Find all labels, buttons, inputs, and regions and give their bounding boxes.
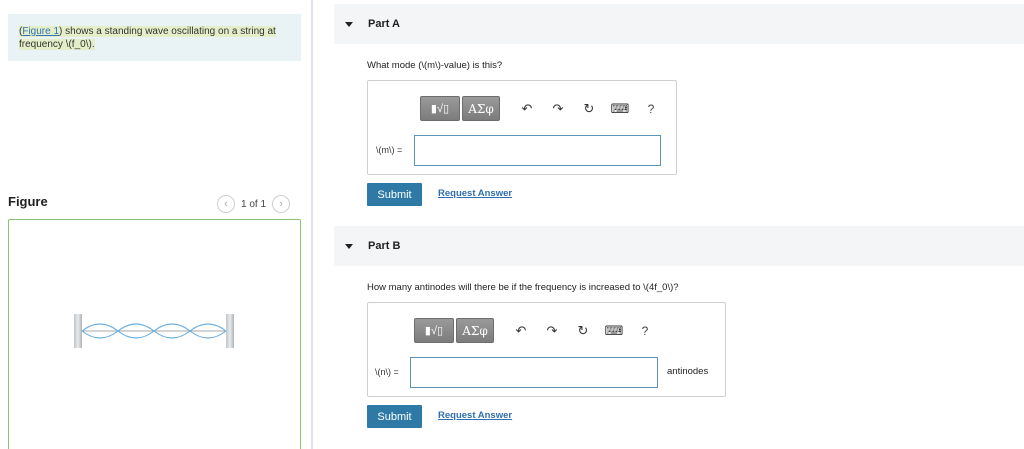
part-b-title: Part B xyxy=(368,240,401,252)
part-a-answer-box: ▮√▯ ΑΣφ ↶ ↷ ↻ ⌨ ? \(m\) = xyxy=(367,80,677,175)
greek-symbols-button[interactable]: ΑΣφ xyxy=(456,318,494,343)
figure-link[interactable]: Figure 1 xyxy=(22,26,59,37)
part-b-answer-box: ▮√▯ ΑΣφ ↶ ↷ ↻ ⌨ ? \(n\) = antinodes xyxy=(367,302,726,397)
part-b-header[interactable]: Part B xyxy=(334,226,1024,266)
redo-icon[interactable]: ↷ xyxy=(550,101,566,117)
undo-icon[interactable]: ↶ xyxy=(513,323,529,339)
part-a-request-answer-link[interactable]: Request Answer xyxy=(438,188,512,199)
part-b-submit-button[interactable]: Submit xyxy=(367,405,422,428)
chevron-left-icon: ‹ xyxy=(224,198,228,210)
templates-button[interactable]: ▮√▯ xyxy=(420,96,460,121)
problem-intro: (Figure 1) shows a standing wave oscilla… xyxy=(8,14,301,61)
part-a-toolbar: ▮√▯ ΑΣφ ↶ ↷ ↻ ⌨ ? xyxy=(420,96,659,121)
figure-heading: Figure xyxy=(8,194,48,209)
reset-icon[interactable]: ↻ xyxy=(575,323,591,339)
left-support xyxy=(74,314,82,348)
part-a-submit-button[interactable]: Submit xyxy=(367,183,422,206)
prev-figure-button[interactable]: ‹ xyxy=(217,195,235,213)
figure-panel xyxy=(8,219,301,449)
column-divider xyxy=(311,0,313,449)
part-a-question: What mode (\(m\)-value) is this? xyxy=(367,60,503,71)
keyboard-icon[interactable]: ⌨ xyxy=(605,323,624,339)
redo-icon[interactable]: ↷ xyxy=(544,323,560,339)
help-button[interactable]: ? xyxy=(637,323,653,339)
part-b-answer-input[interactable] xyxy=(410,357,658,388)
templates-button[interactable]: ▮√▯ xyxy=(414,318,454,343)
part-b-unit-label: antinodes xyxy=(667,366,709,377)
part-a-header[interactable]: Part A xyxy=(334,4,1024,44)
part-b-toolbar: ▮√▯ ΑΣφ ↶ ↷ ↻ ⌨ ? xyxy=(414,318,653,343)
right-support xyxy=(226,314,234,348)
part-a-title: Part A xyxy=(368,18,400,30)
reset-icon[interactable]: ↻ xyxy=(581,101,597,117)
collapse-caret-icon xyxy=(345,244,353,249)
part-b-variable-label: \(n\) = xyxy=(375,367,399,377)
page: (Figure 1) shows a standing wave oscilla… xyxy=(0,0,1024,449)
figure-pager: ‹ 1 of 1 › xyxy=(217,195,291,213)
next-figure-button[interactable]: › xyxy=(272,195,291,213)
undo-icon[interactable]: ↶ xyxy=(519,101,535,117)
intro-highlight: (Figure 1) shows a standing wave oscilla… xyxy=(19,26,276,50)
part-b-request-answer-link[interactable]: Request Answer xyxy=(438,410,512,421)
standing-wave-figure xyxy=(74,314,234,348)
chevron-right-icon: › xyxy=(279,198,283,210)
fraction-root-icon: ▮√▯ xyxy=(430,103,450,115)
pager-count: 1 of 1 xyxy=(241,198,267,210)
part-a-answer-input[interactable] xyxy=(414,135,661,166)
keyboard-icon[interactable]: ⌨ xyxy=(611,101,630,117)
help-button[interactable]: ? xyxy=(643,101,659,117)
left-panel: (Figure 1) shows a standing wave oscilla… xyxy=(0,0,312,449)
part-b-question: How many antinodes will there be if the … xyxy=(367,282,679,293)
part-a-variable-label: \(m\) = xyxy=(376,145,403,155)
collapse-caret-icon xyxy=(345,22,353,27)
fraction-root-icon: ▮√▯ xyxy=(424,325,444,337)
greek-symbols-button[interactable]: ΑΣφ xyxy=(462,96,500,121)
